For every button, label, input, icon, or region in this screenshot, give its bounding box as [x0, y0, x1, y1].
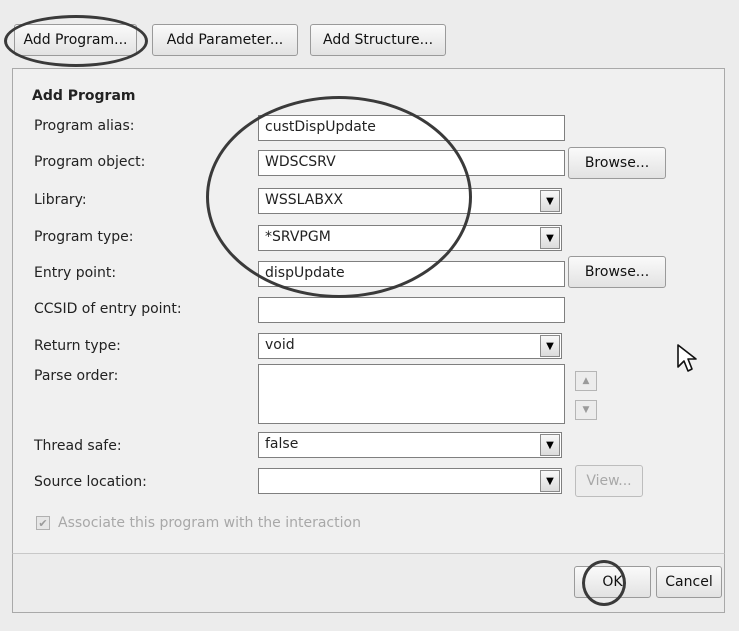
add-structure-button[interactable]: Add Structure... — [310, 24, 446, 56]
section-title: Add Program — [32, 88, 136, 104]
cancel-button[interactable]: Cancel — [656, 566, 722, 598]
parse-order-label: Parse order: — [34, 368, 119, 384]
view-button[interactable]: View... — [575, 465, 643, 497]
ok-button[interactable]: OK — [574, 566, 651, 598]
program-type-label: Program type: — [34, 229, 134, 245]
ccsid-field[interactable] — [258, 297, 565, 323]
chevron-down-icon[interactable]: ▼ — [540, 335, 560, 357]
associate-checkbox[interactable]: ✔ — [36, 516, 50, 530]
program-object-field[interactable]: WDSCSRV — [258, 150, 565, 176]
move-down-button[interactable]: ▼ — [575, 400, 597, 420]
entry-point-label: Entry point: — [34, 265, 117, 281]
ccsid-label: CCSID of entry point: — [34, 301, 182, 317]
thread-safe-label: Thread safe: — [34, 438, 122, 454]
program-alias-field[interactable]: custDispUpdate — [258, 115, 565, 141]
mouse-pointer-icon — [677, 344, 697, 372]
library-value: WSSLABXX — [265, 192, 344, 208]
return-type-label: Return type: — [34, 338, 121, 354]
library-label: Library: — [34, 192, 87, 208]
program-object-label: Program object: — [34, 154, 146, 170]
add-program-button[interactable]: Add Program... — [14, 24, 137, 56]
chevron-down-icon[interactable]: ▼ — [540, 227, 560, 249]
thread-safe-value: false — [265, 436, 299, 452]
move-up-button[interactable]: ▲ — [575, 371, 597, 391]
entry-point-field[interactable]: dispUpdate — [258, 261, 565, 287]
parse-order-list[interactable] — [258, 364, 565, 424]
return-type-value: void — [265, 337, 295, 353]
source-location-select[interactable]: ▼ — [258, 468, 562, 494]
add-parameter-button[interactable]: Add Parameter... — [152, 24, 298, 56]
program-alias-label: Program alias: — [34, 118, 135, 134]
program-object-browse-button[interactable]: Browse... — [568, 147, 666, 179]
chevron-down-icon[interactable]: ▼ — [540, 434, 560, 456]
program-type-value: *SRVPGM — [265, 229, 331, 245]
program-type-select[interactable]: *SRVPGM ▼ — [258, 225, 562, 251]
entry-point-browse-button[interactable]: Browse... — [568, 256, 666, 288]
chevron-down-icon[interactable]: ▼ — [540, 470, 560, 492]
source-location-label: Source location: — [34, 474, 147, 490]
associate-checkbox-row[interactable]: ✔ Associate this program with the intera… — [36, 515, 361, 531]
chevron-down-icon[interactable]: ▼ — [540, 190, 560, 212]
library-select[interactable]: WSSLABXX ▼ — [258, 188, 562, 214]
thread-safe-select[interactable]: false ▼ — [258, 432, 562, 458]
return-type-select[interactable]: void ▼ — [258, 333, 562, 359]
associate-checkbox-label: Associate this program with the interact… — [58, 515, 361, 531]
